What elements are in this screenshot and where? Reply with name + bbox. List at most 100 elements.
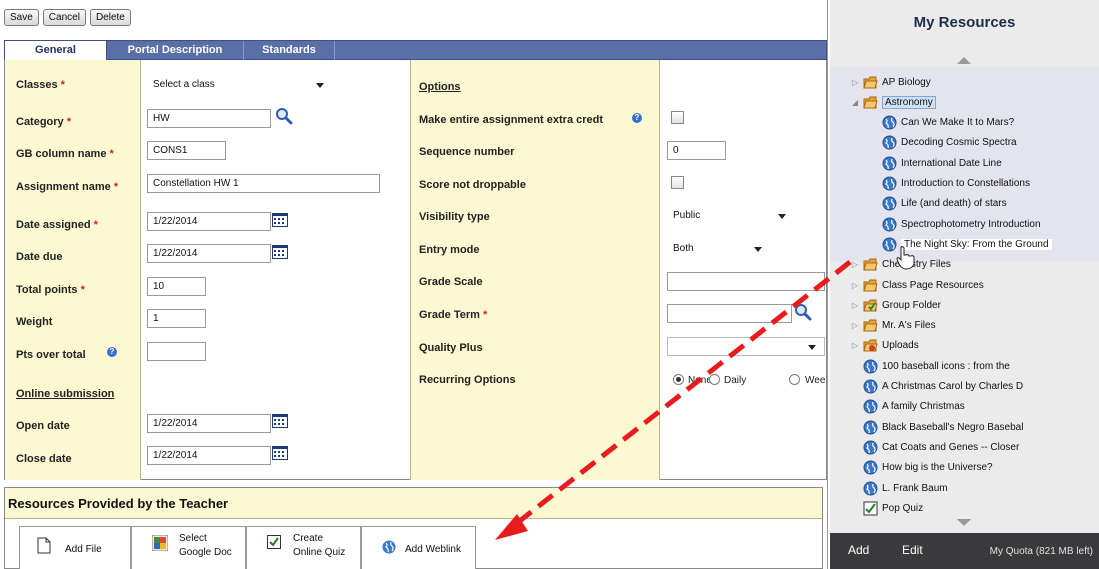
folder-icon (863, 76, 878, 88)
resources-header: Resources Provided by the Teacher (5, 488, 822, 519)
tree-item-label: Class Page Resources (882, 279, 984, 291)
tree-item-how-big-is-the-universe[interactable]: How big is the Universe? (850, 458, 993, 478)
tree-item-astronomy[interactable]: ◢ Astronomy (850, 92, 936, 112)
expand-icon[interactable]: ▷ (850, 78, 860, 87)
edit-button[interactable]: Edit (902, 543, 923, 557)
globe-icon (863, 481, 878, 495)
grade-scale-input[interactable] (667, 272, 825, 291)
add-file-button[interactable]: Add File (19, 526, 131, 569)
my-resources-panel: My Resources ▷ AP Biology ◢ Astronomy Can We… (830, 0, 1099, 569)
add-weblink-button[interactable]: Add Weblink (361, 526, 476, 569)
visibility-type-label: Visibility type (419, 211, 490, 223)
select-google-doc-button[interactable]: Select Google Doc (131, 526, 246, 569)
tree-item-l-frank-baum[interactable]: L. Frank Baum (850, 478, 948, 498)
tree-item-cat-coats-and-genes-closer[interactable]: Cat Coats and Genes -- Closer (850, 437, 1019, 457)
tree-item-mr-a-s-files[interactable]: ▷ Mr. A's Files (850, 316, 936, 336)
scroll-down-icon[interactable] (957, 519, 971, 526)
folder-icon (863, 339, 878, 352)
pts-over-total-input[interactable] (147, 342, 206, 361)
grade-term-input[interactable] (667, 304, 792, 323)
weight-input[interactable]: 1 (147, 309, 206, 328)
tree-item-label: International Date Line (901, 157, 1002, 169)
globe-icon (863, 420, 878, 435)
score-not-droppable-label: Score not droppable (419, 179, 526, 191)
grade-scale-label: Grade Scale (419, 276, 483, 288)
date-due-input[interactable]: 1/22/2014 (147, 244, 271, 263)
tree-item-black-baseball-s-negro-basebal[interactable]: Black Baseball's Negro Basebal (850, 417, 1023, 437)
tree-item-label: Uploads (882, 340, 919, 352)
expand-icon[interactable]: ▷ (850, 301, 860, 310)
calendar-icon[interactable] (272, 245, 288, 259)
sequence-number-input[interactable]: 0 (667, 141, 726, 160)
open-date-input[interactable]: 1/22/2014 (147, 414, 271, 433)
recurring-none-radio[interactable] (673, 374, 684, 385)
total-points-label: Total points * (16, 284, 85, 296)
date-due-label: Date due (16, 251, 63, 263)
classes-label: Classes * (16, 79, 65, 91)
search-icon[interactable] (275, 107, 293, 125)
help-icon[interactable]: ? (107, 347, 117, 357)
total-points-input[interactable]: 10 (147, 277, 206, 296)
add-button[interactable]: Add (848, 543, 869, 557)
tree-item-spectrophotometry-introduction[interactable]: Spectrophotometry Introduction (882, 214, 1041, 234)
tree-item-uploads[interactable]: ▷ Uploads (850, 336, 919, 356)
tree-item-100-baseball-icons-from-the[interactable]: 100 baseball icons : from the (850, 356, 1010, 376)
search-icon[interactable] (794, 303, 812, 321)
tab-general[interactable]: General (5, 41, 107, 60)
expand-icon[interactable]: ▷ (850, 341, 860, 350)
sequence-number-label: Sequence number (419, 146, 515, 158)
cancel-button[interactable]: Cancel (42, 9, 86, 26)
tree-item-label: Can We Make It to Mars? (901, 117, 1015, 129)
tree-item-a-family-christmas[interactable]: A family Christmas (850, 397, 965, 417)
tree-item-the-night-sky-from-the-ground[interactable]: The Night Sky: From the Ground (882, 234, 1052, 254)
folder-icon (863, 258, 878, 271)
scroll-up-icon[interactable] (957, 57, 971, 64)
recurring-daily-radio[interactable] (709, 374, 720, 385)
tree-item-decoding-cosmic-spectra[interactable]: Decoding Cosmic Spectra (882, 133, 1017, 153)
assignment-name-input[interactable]: Constellation HW 1 (147, 174, 380, 193)
help-icon[interactable]: ? (632, 113, 642, 123)
calendar-icon[interactable] (272, 213, 288, 227)
expand-icon[interactable]: ▷ (850, 321, 860, 330)
tree-item-group-folder[interactable]: ▷ Group Folder (850, 295, 941, 315)
tree-item-life-and-death-of-stars[interactable]: Life (and death) of stars (882, 194, 1007, 214)
tree-item-label: Chemistry Files (882, 259, 951, 271)
globe-icon (882, 115, 897, 130)
entry-mode-label: Entry mode (419, 244, 480, 256)
tree-item-a-christmas-carol-by-charles-d[interactable]: A Christmas Carol by Charles D (850, 377, 1023, 397)
tree-item-ap-biology[interactable]: ▷ AP Biology (850, 72, 931, 92)
recurring-weekly-radio[interactable] (789, 374, 800, 385)
save-button[interactable]: Save (4, 9, 39, 26)
calendar-icon[interactable] (272, 414, 288, 428)
gb-column-input[interactable]: CONS1 (147, 141, 226, 160)
tree-item-chemistry-files[interactable]: ▷ Chemistry Files (850, 255, 951, 275)
tree-item-international-date-line[interactable]: International Date Line (882, 153, 1002, 173)
entry-mode-select[interactable]: Both (667, 239, 771, 258)
delete-button[interactable]: Delete (89, 9, 131, 26)
tree-item-label: Mr. A's Files (882, 320, 936, 332)
tab-portal-description[interactable]: Portal Description (107, 41, 244, 60)
create-online-quiz-button[interactable]: Create Online Quiz (246, 526, 361, 569)
tree-item-pop-quiz[interactable]: Pop Quiz (850, 498, 923, 518)
tree-item-class-page-resources[interactable]: ▷ Class Page Resources (850, 275, 984, 295)
close-date-input[interactable]: 1/22/2014 (147, 446, 271, 465)
score-not-droppable-checkbox[interactable] (671, 176, 684, 189)
collapse-icon[interactable]: ◢ (850, 98, 860, 107)
tree-item-can-we-make-it-to-mars[interactable]: Can We Make It to Mars? (882, 113, 1014, 133)
visibility-type-select[interactable]: Public (667, 206, 795, 225)
google-doc-label-line1: Select (179, 533, 207, 544)
globe-icon (882, 156, 897, 171)
calendar-icon[interactable] (272, 446, 288, 460)
date-assigned-input[interactable]: 1/22/2014 (147, 212, 271, 231)
tree-item-introduction-to-constellations[interactable]: Introduction to Constellations (882, 174, 1030, 194)
tab-standards[interactable]: Standards (244, 41, 335, 60)
extra-credit-checkbox[interactable] (671, 111, 684, 124)
assignment-editor: Save Cancel Delete General Portal Descri… (0, 0, 828, 569)
classes-select[interactable]: Select a class (147, 75, 333, 94)
recurring-daily-label: Daily (724, 375, 747, 386)
expand-icon[interactable]: ▷ (850, 260, 860, 269)
close-date-label: Close date (16, 453, 72, 465)
expand-icon[interactable]: ▷ (850, 281, 860, 290)
category-input[interactable]: HW (147, 109, 271, 128)
quality-plus-select[interactable] (667, 337, 825, 356)
